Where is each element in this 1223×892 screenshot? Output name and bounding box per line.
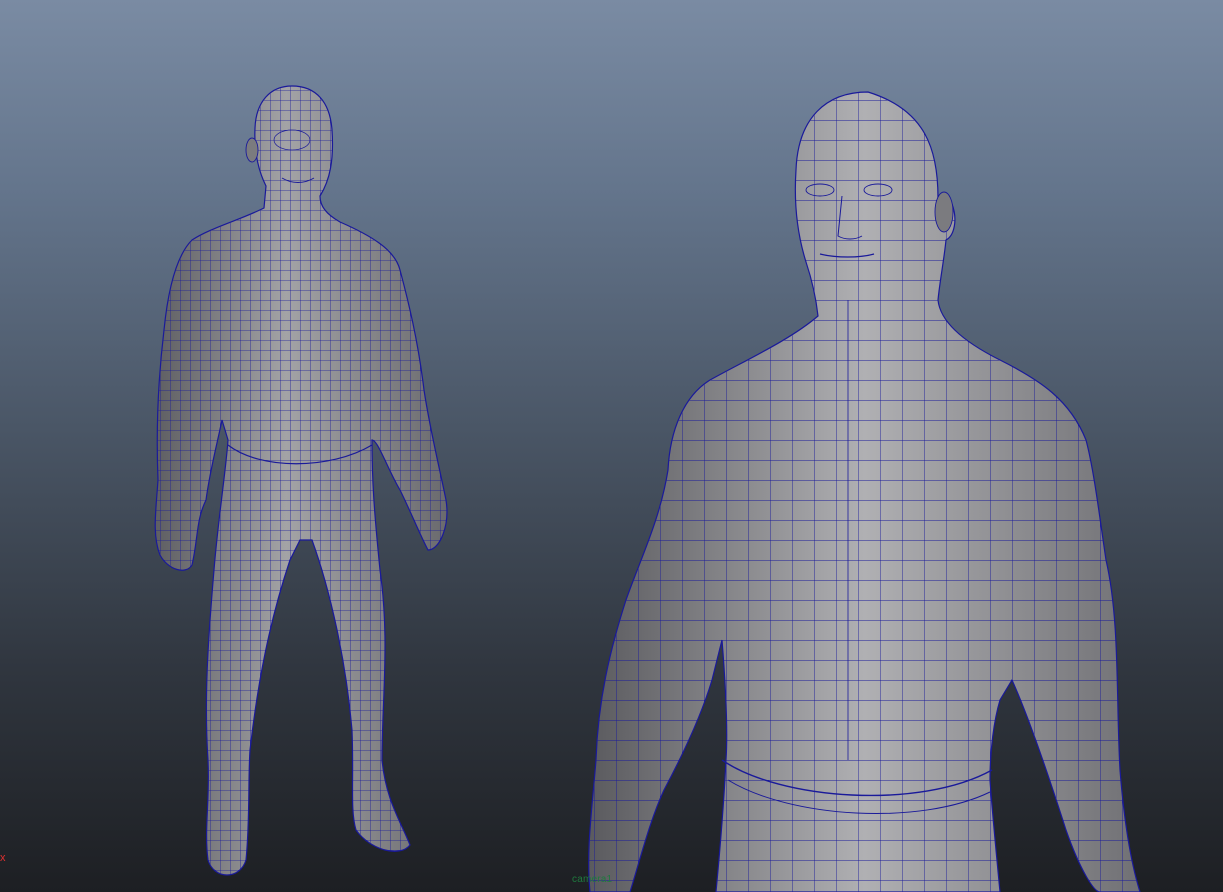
axis-x-indicator: x bbox=[0, 852, 6, 864]
upper-body-closeup-model[interactable] bbox=[580, 90, 1150, 892]
maya-viewport[interactable]: x camera1 bbox=[0, 0, 1223, 892]
full-body-model[interactable] bbox=[140, 80, 460, 880]
scene-view[interactable] bbox=[0, 0, 1223, 892]
camera-label: camera1 bbox=[572, 874, 613, 885]
